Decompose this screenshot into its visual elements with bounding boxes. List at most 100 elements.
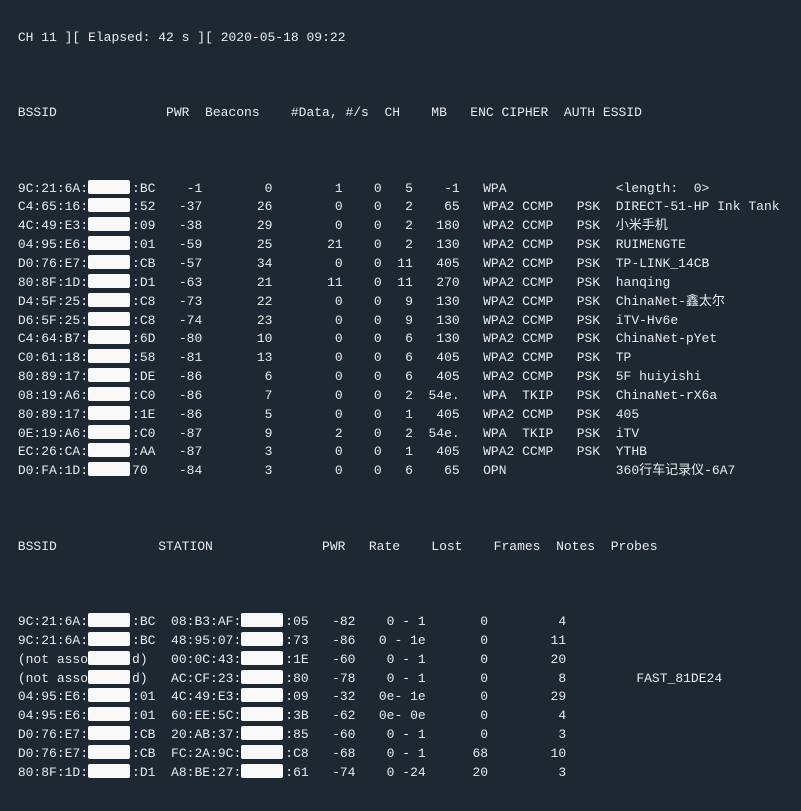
bssid-part: 9C:21:6A: — [18, 614, 88, 629]
essid: 小米手机 — [616, 218, 668, 233]
station-row: 80:8F:1D::D1 A8:BE:27::61 -74 0 -24 20 3 — [10, 764, 791, 783]
bssid-tail: :C8 — [132, 313, 155, 328]
bssid-tail: :1E — [132, 407, 155, 422]
ap-row: 04:95:E6::01 -59 25 21 0 2 130 WPA2 CCMP… — [10, 236, 791, 255]
redacted — [88, 368, 130, 382]
bssid-part: 4C:49:E3: — [18, 218, 88, 233]
station-table-body: 9C:21:6A::BC 08:B3:AF::05 -82 0 - 1 0 4 … — [10, 613, 791, 783]
essid: iTV — [616, 426, 639, 441]
station-tail: :73 — [285, 633, 308, 648]
essid: hanqing — [616, 275, 671, 290]
redacted — [241, 745, 283, 759]
ap-row: EC:26:CA::AA -87 3 0 0 1 405 WPA2 CCMP P… — [10, 443, 791, 462]
bssid-part: 04:95:E6: — [18, 689, 88, 704]
essid: iTV-Hv6e — [616, 313, 678, 328]
essid: <length: 0> — [616, 181, 710, 196]
redacted — [241, 707, 283, 721]
station-row: 9C:21:6A::BC 48:95:07::73 -86 0 - 1e 0 1… — [10, 632, 791, 651]
bssid-part: EC:26:CA: — [18, 444, 88, 459]
redacted — [88, 198, 130, 212]
redacted — [88, 726, 130, 740]
channel: CH 11 — [18, 30, 57, 45]
bssid-tail: :C8 — [132, 294, 155, 309]
probes: FAST_81DE24 — [636, 671, 722, 686]
bssid-tail: :01 — [132, 689, 155, 704]
bssid-tail: :D1 — [132, 275, 155, 290]
bssid-part: D0:76:E7: — [18, 746, 88, 761]
redacted — [241, 613, 283, 627]
station-tail: :C8 — [285, 746, 308, 761]
essid: ChinaNet-pYet — [616, 331, 717, 346]
bssid-tail: :52 — [132, 199, 155, 214]
redacted — [88, 387, 130, 401]
ap-row: D6:5F:25::C8 -74 23 0 0 9 130 WPA2 CCMP … — [10, 312, 791, 331]
bssid-part: 04:95:E6: — [18, 237, 88, 252]
redacted — [88, 462, 130, 476]
bssid-part: C4:65:16: — [18, 199, 88, 214]
station-part: 08:B3:AF: — [171, 614, 241, 629]
timestamp: 2020-05-18 09:22 — [221, 30, 346, 45]
bssid-part: C4:64:B7: — [18, 331, 88, 346]
bssid-part: D0:FA:1D: — [18, 463, 88, 478]
redacted — [88, 349, 130, 363]
redacted — [88, 406, 130, 420]
bssid-part: 80:8F:1D: — [18, 765, 88, 780]
bssid-tail: :58 — [132, 350, 155, 365]
bssid-part: C0:61:18: — [18, 350, 88, 365]
bssid-tail: :09 — [132, 218, 155, 233]
station-header-row: BSSID STATION PWR Rate Lost Frames Notes… — [10, 538, 791, 557]
ap-row: 9C:21:6A::BC -1 0 1 0 5 -1 WPA <length: … — [10, 180, 791, 199]
essid: TP — [616, 350, 632, 365]
elapsed: Elapsed: 42 s — [88, 30, 189, 45]
redacted — [88, 425, 130, 439]
essid: ChinaNet-鑫太尔 — [616, 294, 725, 309]
redacted — [88, 707, 130, 721]
bssid-part: (not asso — [18, 671, 88, 686]
station-part: 20:AB:37: — [171, 727, 241, 742]
essid: ChinaNet-rX6a — [616, 388, 717, 403]
ap-row: C4:65:16::52 -37 26 0 0 2 65 WPA2 CCMP P… — [10, 198, 791, 217]
essid: 405 — [616, 407, 639, 422]
ap-row: 4C:49:E3::09 -38 29 0 0 2 180 WPA2 CCMP … — [10, 217, 791, 236]
station-part: A8:BE:27: — [171, 765, 241, 780]
bssid-tail: :D1 — [132, 765, 155, 780]
station-tail: :05 — [285, 614, 308, 629]
redacted — [88, 330, 130, 344]
bssid-tail: 70 — [132, 463, 155, 478]
ap-row: 0E:19:A6::C0 -87 9 2 0 2 54e. WPA TKIP P… — [10, 425, 791, 444]
station-row: 04:95:E6::01 4C:49:E3::09 -32 0e- 1e 0 2… — [10, 688, 791, 707]
redacted — [88, 180, 130, 194]
bssid-part: 04:95:E6: — [18, 708, 88, 723]
bssid-tail: :CB — [132, 256, 155, 271]
essid: TP-LINK_14CB — [616, 256, 710, 271]
bssid-tail: :CB — [132, 727, 155, 742]
station-part: FC:2A:9C: — [171, 746, 241, 761]
ap-row: 80:8F:1D::D1 -63 21 11 0 11 270 WPA2 CCM… — [10, 274, 791, 293]
ap-row: D4:5F:25::C8 -73 22 0 0 9 130 WPA2 CCMP … — [10, 293, 791, 312]
redacted — [88, 293, 130, 307]
station-tail: :85 — [285, 727, 308, 742]
station-row: D0:76:E7::CB 20:AB:37::85 -60 0 - 1 0 3 — [10, 726, 791, 745]
redacted — [88, 688, 130, 702]
bssid-part: 80:89:17: — [18, 407, 88, 422]
ap-row: 80:89:17::DE -86 6 0 0 6 405 WPA2 CCMP P… — [10, 368, 791, 387]
station-part: 4C:49:E3: — [171, 689, 241, 704]
ap-row: 80:89:17::1E -86 5 0 0 1 405 WPA2 CCMP P… — [10, 406, 791, 425]
redacted — [88, 745, 130, 759]
bssid-tail: :C0 — [132, 388, 155, 403]
essid: YTHB — [616, 444, 647, 459]
redacted — [88, 764, 130, 778]
bssid-part: 0E:19:A6: — [18, 426, 88, 441]
bssid-part: 9C:21:6A: — [18, 181, 88, 196]
ap-row: C0:61:18::58 -81 13 0 0 6 405 WPA2 CCMP … — [10, 349, 791, 368]
station-row: (not assod) 00:0C:43::1E -60 0 - 1 0 20 — [10, 651, 791, 670]
station-tail: :09 — [285, 689, 308, 704]
bssid-tail: :BC — [132, 633, 155, 648]
bssid-part: 9C:21:6A: — [18, 633, 88, 648]
station-row: 9C:21:6A::BC 08:B3:AF::05 -82 0 - 1 0 4 — [10, 613, 791, 632]
redacted — [241, 651, 283, 665]
redacted — [88, 255, 130, 269]
bssid-tail: d) — [132, 652, 155, 667]
bssid-tail: :AA — [132, 444, 155, 459]
redacted — [88, 670, 130, 684]
